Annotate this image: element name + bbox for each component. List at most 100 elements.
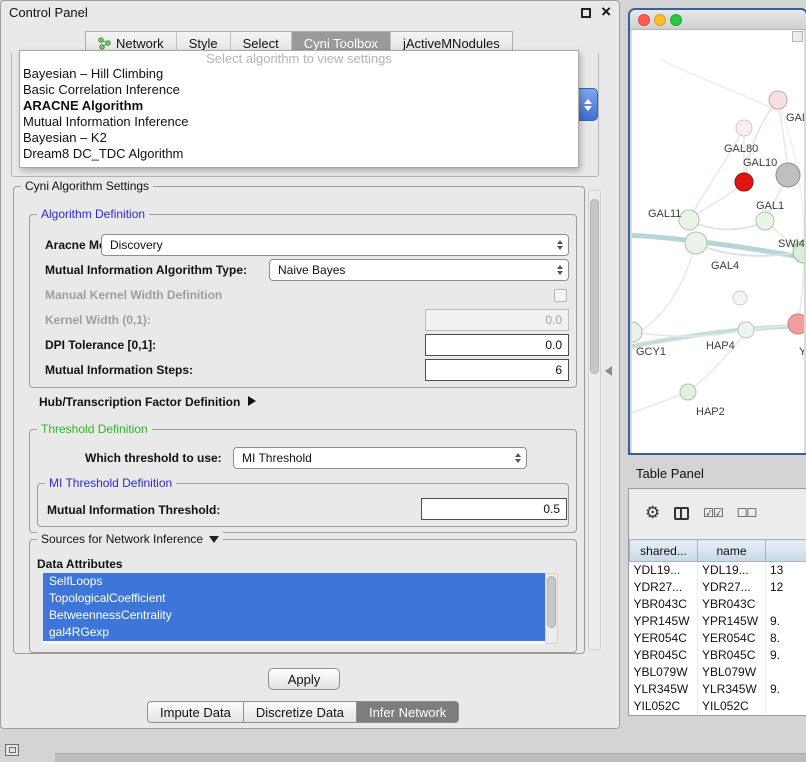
attribute-item[interactable]: TopologicalCoefficient (43, 590, 545, 607)
attribute-item[interactable]: BetweennessCentrality (43, 607, 545, 624)
settings-scrollbar[interactable] (588, 190, 601, 650)
network-node[interactable] (679, 210, 699, 230)
column-header-shared-name[interactable]: shared... (630, 540, 698, 562)
group-title: Threshold Definition (37, 422, 152, 436)
network-node-label: GAL11 (648, 208, 681, 220)
select-all-icon[interactable]: ☑☑ (703, 506, 723, 520)
network-window-titlebar[interactable] (630, 10, 806, 30)
table-cell: YBL079W (698, 664, 766, 681)
mi-type-label: Mutual Information Algorithm Type: (45, 263, 247, 277)
attribute-list-scrollbar[interactable] (545, 573, 558, 644)
network-node[interactable] (680, 384, 696, 400)
dropdown-item[interactable]: Bayesian – K2 (20, 130, 578, 146)
columns-icon[interactable] (674, 507, 689, 520)
algorithm-combobox-stepper[interactable] (578, 88, 598, 121)
attribute-item[interactable]: SelfLoops (43, 573, 545, 590)
gear-icon[interactable]: ⚙ (645, 503, 660, 523)
network-node[interactable] (632, 322, 642, 342)
minimize-light-icon[interactable] (654, 14, 666, 26)
table-row[interactable]: YDR27...YDR27...12 (630, 579, 806, 596)
close-light-icon[interactable] (638, 14, 650, 26)
float-window-icon[interactable] (581, 8, 591, 18)
node-table: shared... name YDL19...YDL19...13YDR27..… (629, 539, 806, 715)
table-cell: 9. (766, 613, 806, 630)
manual-kernel-label: Manual Kernel Width Definition (45, 288, 222, 302)
network-node-label: Y (799, 346, 804, 358)
zoom-light-icon[interactable] (670, 14, 682, 26)
network-node[interactable] (769, 91, 787, 109)
close-icon[interactable]: × (601, 2, 611, 22)
combo-value: Naive Bayes (278, 263, 345, 277)
restore-panel-icon[interactable] (5, 744, 19, 756)
network-canvas[interactable]: GAL80GAL10GAL11GAL1SWI4GAL4GCY1HAP4HAP2G… (632, 30, 804, 453)
network-edge[interactable] (691, 128, 744, 216)
table-row[interactable]: YLR345WYLR345W9. (630, 681, 806, 698)
attribute-list: SelfLoops TopologicalCoefficient Between… (43, 573, 545, 644)
network-node-label: HAP4 (706, 340, 735, 352)
mi-steps-field[interactable]: 6 (425, 359, 569, 381)
network-node-label: HAP2 (696, 406, 725, 418)
network-edge[interactable] (662, 60, 784, 116)
chevron-updown-icon (557, 265, 563, 275)
network-edge[interactable] (778, 100, 788, 172)
tab-impute-data[interactable]: Impute Data (147, 701, 244, 723)
table-row[interactable]: YBR045CYBR045C9. (630, 647, 806, 664)
dropdown-item[interactable]: Bayesian – Hill Climbing (20, 66, 578, 82)
table-row[interactable]: YER054CYER054C8. (630, 630, 806, 647)
network-edge[interactable] (689, 220, 762, 229)
attribute-item[interactable]: gal4RGexp (43, 624, 545, 641)
mi-threshold-field[interactable]: 0.5 (421, 498, 567, 520)
network-node[interactable] (756, 212, 774, 230)
tab-infer-network[interactable]: Infer Network (357, 701, 459, 723)
column-header-partial[interactable] (766, 540, 806, 562)
network-graph: GAL80GAL10GAL11GAL1SWI4GAL4GCY1HAP4HAP2G… (632, 30, 804, 453)
tab-label: Style (189, 36, 218, 51)
table-row[interactable]: YDL19...YDL19...13 (630, 562, 806, 579)
table-cell: YLR345W (698, 681, 766, 698)
mi-type-combobox[interactable]: Naive Bayes (269, 259, 569, 281)
aracne-mode-combobox[interactable]: Discovery (101, 234, 569, 256)
dpi-tolerance-field[interactable]: 0.0 (425, 334, 569, 356)
which-threshold-combobox[interactable]: MI Threshold (233, 447, 527, 469)
expand-triangle-icon (248, 396, 256, 406)
dropdown-item-selected[interactable]: ARACNE Algorithm (20, 98, 578, 114)
network-node[interactable] (738, 322, 754, 338)
tab-discretize-data[interactable]: Discretize Data (244, 701, 357, 723)
table-cell: YDR27... (630, 579, 698, 596)
manual-kernel-checkbox[interactable] (554, 289, 567, 302)
table-cell: YER054C (698, 630, 766, 647)
dropdown-item[interactable]: Basic Correlation Inference (20, 82, 578, 98)
network-node[interactable] (685, 232, 707, 254)
network-node[interactable] (733, 291, 747, 305)
table-row[interactable]: YBR043CYBR043C (630, 596, 806, 613)
table-row[interactable]: YIL052CYIL052C (630, 698, 806, 715)
tab-label: jActiveMNodules (403, 36, 500, 51)
network-edge[interactable] (642, 243, 696, 330)
sources-toggle[interactable]: Sources for Network Inference (37, 532, 223, 546)
apply-button[interactable]: Apply (268, 668, 340, 690)
network-view-window: GAL80GAL10GAL11GAL1SWI4GAL4GCY1HAP4HAP2G… (628, 8, 806, 455)
network-node[interactable] (776, 163, 800, 187)
mi-threshold-label: Mutual Information Threshold: (47, 503, 220, 517)
hub-section-label: Hub/Transcription Factor Definition (39, 395, 240, 409)
dropdown-placeholder: Select algorithm to view settings (20, 51, 578, 66)
table-row[interactable]: YBL079WYBL079W (630, 664, 806, 681)
hub-section-toggle[interactable]: Hub/Transcription Factor Definition (39, 395, 256, 409)
tab-label: Select (243, 36, 279, 51)
network-node[interactable] (736, 120, 752, 136)
table-cell: YDL19... (630, 562, 698, 579)
dropdown-item[interactable]: Dream8 DC_TDC Algorithm (20, 146, 578, 162)
column-header-name[interactable]: name (698, 540, 766, 562)
panel-collapse-icon[interactable] (605, 366, 612, 376)
network-node[interactable] (788, 314, 804, 334)
dropdown-item[interactable]: Mutual Information Inference (20, 114, 578, 130)
network-edge[interactable] (632, 394, 682, 415)
sources-title: Sources for Network Inference (41, 532, 203, 546)
network-node[interactable] (735, 173, 753, 191)
tab-label: Network (116, 36, 164, 51)
data-attributes-label: Data Attributes (37, 557, 123, 571)
table-row[interactable]: YPR145WYPR145W9. (630, 613, 806, 630)
deselect-all-icon[interactable]: ☐☐ (737, 506, 757, 520)
kernel-width-field[interactable]: 0.0 (425, 309, 569, 331)
table-cell: YBR045C (698, 647, 766, 664)
